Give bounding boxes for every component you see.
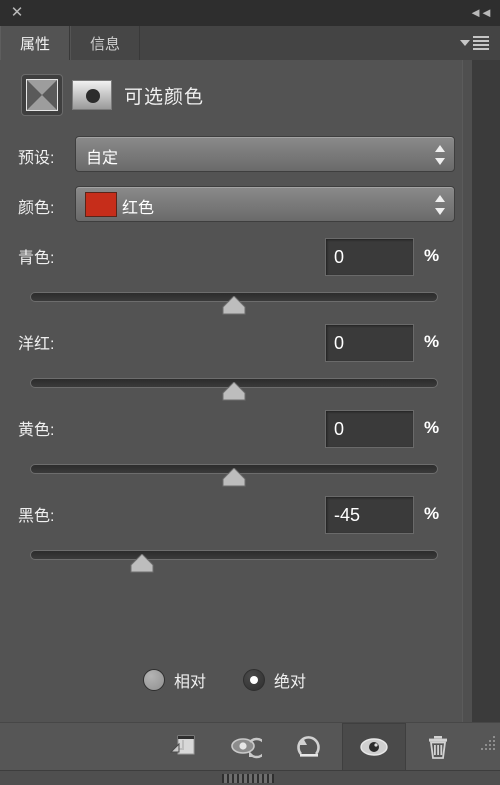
radio-absolute[interactable]: 绝对 [243,668,306,692]
colors-row: 颜色: 红色 [0,186,462,222]
dock-background [472,60,500,722]
colors-value: 红色 [122,200,155,217]
magenta-value: 0 [334,333,345,353]
cyan-percent-label: % [424,246,440,265]
black-label: 黑色: [18,508,55,525]
selective-color-icon[interactable] [21,74,63,116]
collapse-to-icons-icon[interactable]: ◄◄ [468,5,493,21]
radio-relative-label: 相对 [174,674,207,691]
status-grip-marks [222,774,274,783]
magenta-slider-thumb[interactable] [222,382,246,401]
yellow-slider-thumb[interactable] [222,468,246,487]
magenta-input[interactable]: 0 [325,324,414,362]
magenta-percent-label: % [424,332,440,351]
clip-to-layer-icon[interactable] [150,723,214,771]
panel-toolbar [0,722,500,771]
cyan-value: 0 [334,247,345,267]
magenta-label: 洋红: [18,336,55,353]
panel-body: 可选颜色 预设: 自定 颜色: 红色 青色: 0 % 洋红: 0 % 黄色: 0… [0,60,462,722]
slider-row-yellow: 黄色: 0 % [0,410,462,490]
black-value: -45 [334,505,361,525]
yellow-value: 0 [334,419,345,439]
tab-info[interactable]: 信息 [70,26,140,60]
slider-row-black: 黑色: -45 % [0,496,462,576]
radio-relative[interactable]: 相对 [143,668,206,692]
colors-stepper-icon[interactable] [434,195,446,215]
radio-absolute-label: 绝对 [274,674,307,691]
close-icon[interactable]: ✕ [8,4,26,22]
slider-row-magenta: 洋红: 0 % [0,324,462,404]
preset-label: 预设: [18,150,55,167]
toggle-visibility-icon[interactable] [342,723,406,771]
tab-properties[interactable]: 属性 [0,26,70,60]
colors-label: 颜色: [18,200,55,217]
mask-dot [86,89,100,103]
slider-row-cyan: 青色: 0 % [0,238,462,318]
resize-grip[interactable] [476,733,498,755]
delete-adjustment-icon[interactable] [406,723,470,771]
radio-absolute-button[interactable] [243,669,265,691]
yellow-label: 黄色: [18,422,55,439]
preset-value: 自定 [86,150,119,167]
titlebar: ✕ ◄◄ [0,0,500,27]
black-percent-label: % [424,504,440,523]
preset-row: 预设: 自定 [0,136,462,172]
cyan-slider-thumb[interactable] [222,296,246,315]
preset-stepper-icon[interactable] [434,145,446,165]
layer-mask-thumbnail[interactable] [72,80,112,110]
color-swatch [85,192,117,217]
properties-panel-window: ✕ ◄◄ 属性 信息 可选颜色 预设: 自定 颜色: 红色 青色: 0 % 洋红… [0,0,500,785]
tab-bar: 属性 信息 [0,26,500,61]
cyan-label: 青色: [18,250,55,267]
black-slider-track[interactable] [30,550,438,560]
reset-icon[interactable] [278,723,342,771]
preset-dropdown[interactable]: 自定 [75,136,455,172]
panel-menu-icon[interactable] [460,34,494,52]
cyan-input[interactable]: 0 [325,238,414,276]
view-previous-state-icon[interactable] [214,723,278,771]
adjustment-header: 可选颜色 [0,60,462,122]
radio-relative-button[interactable] [143,669,165,691]
status-bar [0,770,500,785]
hamburger-icon [473,36,489,50]
black-slider-thumb[interactable] [130,554,154,573]
black-input[interactable]: -45 [325,496,414,534]
page-title: 可选颜色 [124,87,205,108]
yellow-input[interactable]: 0 [325,410,414,448]
colors-dropdown[interactable]: 红色 [75,186,455,222]
method-radio-group: 相对 绝对 [0,660,462,704]
chevron-down-icon [460,40,470,46]
yellow-percent-label: % [424,418,440,437]
